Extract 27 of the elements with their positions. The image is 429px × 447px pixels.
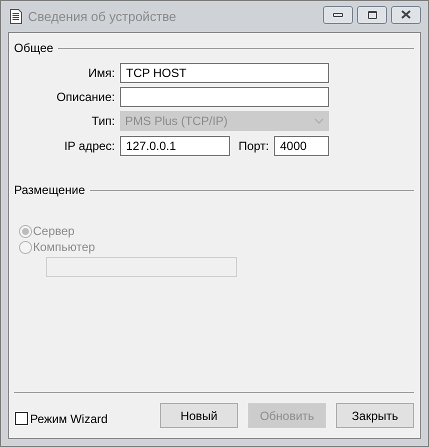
section-title: Общее	[14, 40, 54, 57]
port-field[interactable]: 4000	[274, 136, 329, 156]
computer-field[interactable]	[46, 257, 237, 277]
maximize-icon	[368, 10, 376, 18]
checkbox-label: Режим Wizard	[30, 410, 108, 428]
close-button[interactable]	[391, 6, 421, 24]
field-label: Описание:	[55, 89, 116, 106]
section-title: Размещение	[14, 182, 85, 199]
minimize-button[interactable]	[323, 6, 353, 24]
dialog-button[interactable]: Новый	[160, 403, 238, 428]
maximize-button[interactable]	[357, 6, 387, 24]
chevron-icon	[314, 118, 324, 124]
wizard-checkbox[interactable]	[15, 412, 28, 425]
close-icon	[401, 10, 411, 19]
field-label: Имя:	[87, 65, 116, 82]
name-field[interactable]: TCP HOST	[120, 63, 329, 83]
radio-label: Компьютер	[33, 239, 96, 256]
document-icon	[10, 9, 22, 24]
field-label: IP адрес:	[63, 138, 116, 155]
window-title: Сведения об устройстве	[28, 8, 176, 26]
field-label: Тип:	[90, 113, 116, 130]
radio-label: Сервер	[33, 223, 75, 240]
dialog-button[interactable]: Закрыть	[336, 403, 414, 428]
minimize-icon	[333, 12, 343, 16]
ip-field[interactable]: 127.0.0.1	[120, 136, 230, 156]
description-field[interactable]	[120, 87, 329, 107]
field-label: Порт:	[237, 138, 270, 155]
